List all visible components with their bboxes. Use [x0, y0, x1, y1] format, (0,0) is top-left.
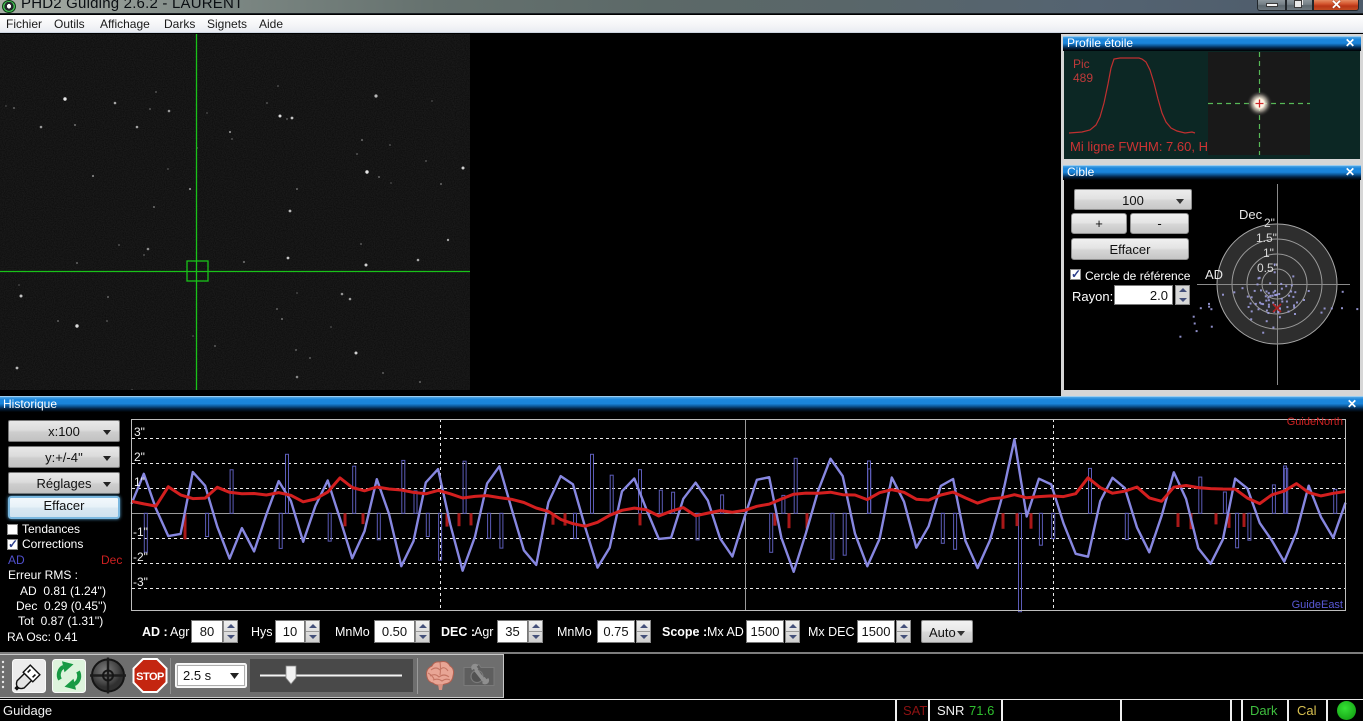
svg-text:3": 3" — [134, 425, 145, 439]
svg-text:489: 489 — [1073, 71, 1093, 85]
svg-text:1": 1" — [1263, 246, 1274, 260]
svg-text:Dec: Dec — [1239, 207, 1263, 222]
svg-text:-1": -1" — [133, 525, 148, 539]
svg-text:-2": -2" — [133, 550, 148, 564]
svg-text:1": 1" — [134, 475, 145, 489]
svg-text:2": 2" — [1264, 216, 1275, 230]
svg-text:AD: AD — [1205, 267, 1223, 282]
svg-text:1.5": 1.5" — [1256, 231, 1277, 245]
svg-text:-3": -3" — [133, 575, 148, 589]
svg-text:GuideNorth: GuideNorth — [1287, 416, 1343, 428]
svg-text:STOP: STOP — [136, 671, 164, 683]
svg-text:Mi ligne FWHM: 7.60, HF: Mi ligne FWHM: 7.60, HF — [1070, 139, 1216, 154]
svg-text:GuideEast: GuideEast — [1292, 599, 1343, 611]
svg-text:0.5": 0.5" — [1257, 261, 1278, 275]
svg-text:2": 2" — [134, 450, 145, 464]
svg-text:2.5 s: 2.5 s — [183, 668, 212, 683]
svg-text:Pic: Pic — [1073, 57, 1090, 71]
